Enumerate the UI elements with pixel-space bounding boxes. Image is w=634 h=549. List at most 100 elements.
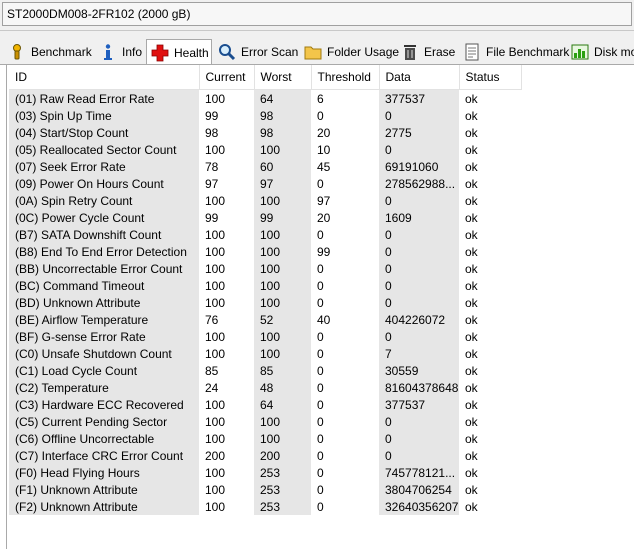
- cell-worst: 100: [254, 277, 311, 294]
- table-row[interactable]: (0A) Spin Retry Count 100 100 97 0 ok: [9, 192, 521, 209]
- tab-file-benchmark[interactable]: File Benchmark: [463, 41, 569, 63]
- tab-disk-monitor[interactable]: Disk mon: [571, 41, 634, 63]
- tab-erase[interactable]: Erase: [401, 41, 455, 63]
- cell-current: 100: [199, 260, 254, 277]
- cell-data: 1609: [379, 209, 459, 226]
- cell-threshold: 0: [311, 175, 379, 192]
- cell-current: 100: [199, 481, 254, 498]
- cell-threshold: 0: [311, 226, 379, 243]
- cell-status: ok: [459, 464, 521, 481]
- cell-status: ok: [459, 294, 521, 311]
- cell-id: (C1) Load Cycle Count: [9, 362, 199, 379]
- table-row[interactable]: (B8) End To End Error Detection 100 100 99 0…: [9, 243, 521, 260]
- cell-current: 78: [199, 158, 254, 175]
- cell-id: (C6) Offline Uncorrectable: [9, 430, 199, 447]
- benchmark-icon: [8, 43, 26, 61]
- column-header-status[interactable]: Status: [459, 65, 522, 90]
- cell-data: 404226072: [379, 311, 459, 328]
- cell-data: 0: [379, 277, 459, 294]
- smart-attributes-table: ID Current Worst Threshold Data Status (…: [9, 65, 522, 515]
- table-row[interactable]: (F2) Unknown Attribute 100 253 0 32640356207…: [9, 498, 521, 515]
- cell-threshold: 0: [311, 396, 379, 413]
- cell-current: 99: [199, 209, 254, 226]
- table-row[interactable]: (BB) Uncorrectable Error Count 100 100 0 0 ok: [9, 260, 521, 277]
- cell-threshold: 40: [311, 311, 379, 328]
- cell-threshold: 0: [311, 277, 379, 294]
- file-benchmark-icon: [463, 43, 481, 61]
- column-header-threshold[interactable]: Threshold: [311, 65, 380, 90]
- table-row[interactable]: (BE) Airflow Temperature 76 52 40 404226072 o…: [9, 311, 521, 328]
- table-row[interactable]: (B7) SATA Downshift Count 100 100 0 0 ok: [9, 226, 521, 243]
- table-row[interactable]: (BC) Command Timeout 100 100 0 0 ok: [9, 277, 521, 294]
- tab-health[interactable]: Health: [146, 39, 212, 64]
- table-row[interactable]: (C1) Load Cycle Count 85 85 0 30559 ok: [9, 362, 521, 379]
- cell-data: 745778121...: [379, 464, 459, 481]
- cell-data: 0: [379, 226, 459, 243]
- cell-id: (BF) G-sense Error Rate: [9, 328, 199, 345]
- cell-worst: 64: [254, 89, 311, 107]
- cell-status: ok: [459, 277, 521, 294]
- cell-status: ok: [459, 243, 521, 260]
- cell-current: 100: [199, 328, 254, 345]
- cell-worst: 48: [254, 379, 311, 396]
- cell-threshold: 0: [311, 430, 379, 447]
- cell-id: (0C) Power Cycle Count: [9, 209, 199, 226]
- table-row[interactable]: (03) Spin Up Time 99 98 0 0 ok: [9, 107, 521, 124]
- cell-threshold: 0: [311, 498, 379, 515]
- tab-label: Disk mon: [594, 45, 634, 59]
- column-header-current[interactable]: Current: [199, 65, 255, 90]
- tab-label: Benchmark: [31, 45, 92, 59]
- tab-label: Error Scan: [241, 45, 299, 59]
- table-row[interactable]: (C7) Interface CRC Error Count 200 200 0 0 ok: [9, 447, 521, 464]
- cell-current: 97: [199, 175, 254, 192]
- cell-id: (03) Spin Up Time: [9, 107, 199, 124]
- table-row[interactable]: (F1) Unknown Attribute 100 253 0 3804706254 o…: [9, 481, 521, 498]
- cell-current: 100: [199, 396, 254, 413]
- cell-id: (C7) Interface CRC Error Count: [9, 447, 199, 464]
- column-header-data[interactable]: Data: [379, 65, 460, 90]
- tab-folder-usage[interactable]: Folder Usage: [304, 41, 399, 63]
- table-row[interactable]: (C3) Hardware ECC Recovered 100 64 0 377537 o…: [9, 396, 521, 413]
- table-row[interactable]: (01) Raw Read Error Rate 100 64 6 377537 ok: [9, 89, 521, 107]
- cell-worst: 253: [254, 481, 311, 498]
- drive-selector[interactable]: ST2000DM008-2FR102 (2000 gB): [2, 2, 632, 26]
- tab-info[interactable]: Info: [99, 41, 142, 63]
- table-row[interactable]: (C2) Temperature 24 48 0 81604378648 ok: [9, 379, 521, 396]
- table-row[interactable]: (C0) Unsafe Shutdown Count 100 100 0 7 ok: [9, 345, 521, 362]
- cell-data: 278562988...: [379, 175, 459, 192]
- folder-icon: [304, 43, 322, 61]
- cell-worst: 100: [254, 141, 311, 158]
- cell-current: 100: [199, 141, 254, 158]
- table-row[interactable]: (05) Reallocated Sector Count 100 100 10 0 ok: [9, 141, 521, 158]
- cell-status: ok: [459, 124, 521, 141]
- cell-worst: 60: [254, 158, 311, 175]
- cell-threshold: 0: [311, 464, 379, 481]
- table-row[interactable]: (BD) Unknown Attribute 100 100 0 0 ok: [9, 294, 521, 311]
- cell-data: 0: [379, 413, 459, 430]
- table-row[interactable]: (09) Power On Hours Count 97 97 0 278562988.…: [9, 175, 521, 192]
- cell-worst: 100: [254, 192, 311, 209]
- table-row[interactable]: (07) Seek Error Rate 78 60 45 69191060 ok: [9, 158, 521, 175]
- table-row[interactable]: (C5) Current Pending Sector 100 100 0 0 ok: [9, 413, 521, 430]
- table-row[interactable]: (BF) G-sense Error Rate 100 100 0 0 ok: [9, 328, 521, 345]
- cell-id: (01) Raw Read Error Rate: [9, 89, 199, 107]
- cell-threshold: 99: [311, 243, 379, 260]
- table-row[interactable]: (F0) Head Flying Hours 100 253 0 745778121..…: [9, 464, 521, 481]
- cell-id: (F1) Unknown Attribute: [9, 481, 199, 498]
- column-header-worst[interactable]: Worst: [254, 65, 312, 90]
- cell-threshold: 0: [311, 379, 379, 396]
- table-row[interactable]: (C6) Offline Uncorrectable 100 100 0 0 ok: [9, 430, 521, 447]
- cell-id: (BB) Uncorrectable Error Count: [9, 260, 199, 277]
- health-cross-icon: [151, 44, 169, 62]
- table-row[interactable]: (04) Start/Stop Count 98 98 20 2775 ok: [9, 124, 521, 141]
- table-row[interactable]: (0C) Power Cycle Count 99 99 20 1609 ok: [9, 209, 521, 226]
- cell-threshold: 0: [311, 362, 379, 379]
- cell-status: ok: [459, 175, 521, 192]
- cell-id: (B7) SATA Downshift Count: [9, 226, 199, 243]
- cell-status: ok: [459, 158, 521, 175]
- column-header-id[interactable]: ID: [9, 65, 200, 90]
- cell-status: ok: [459, 430, 521, 447]
- tab-error-scan[interactable]: Error Scan: [218, 41, 298, 63]
- tab-benchmark[interactable]: Benchmark: [8, 41, 92, 63]
- cell-status: ok: [459, 447, 521, 464]
